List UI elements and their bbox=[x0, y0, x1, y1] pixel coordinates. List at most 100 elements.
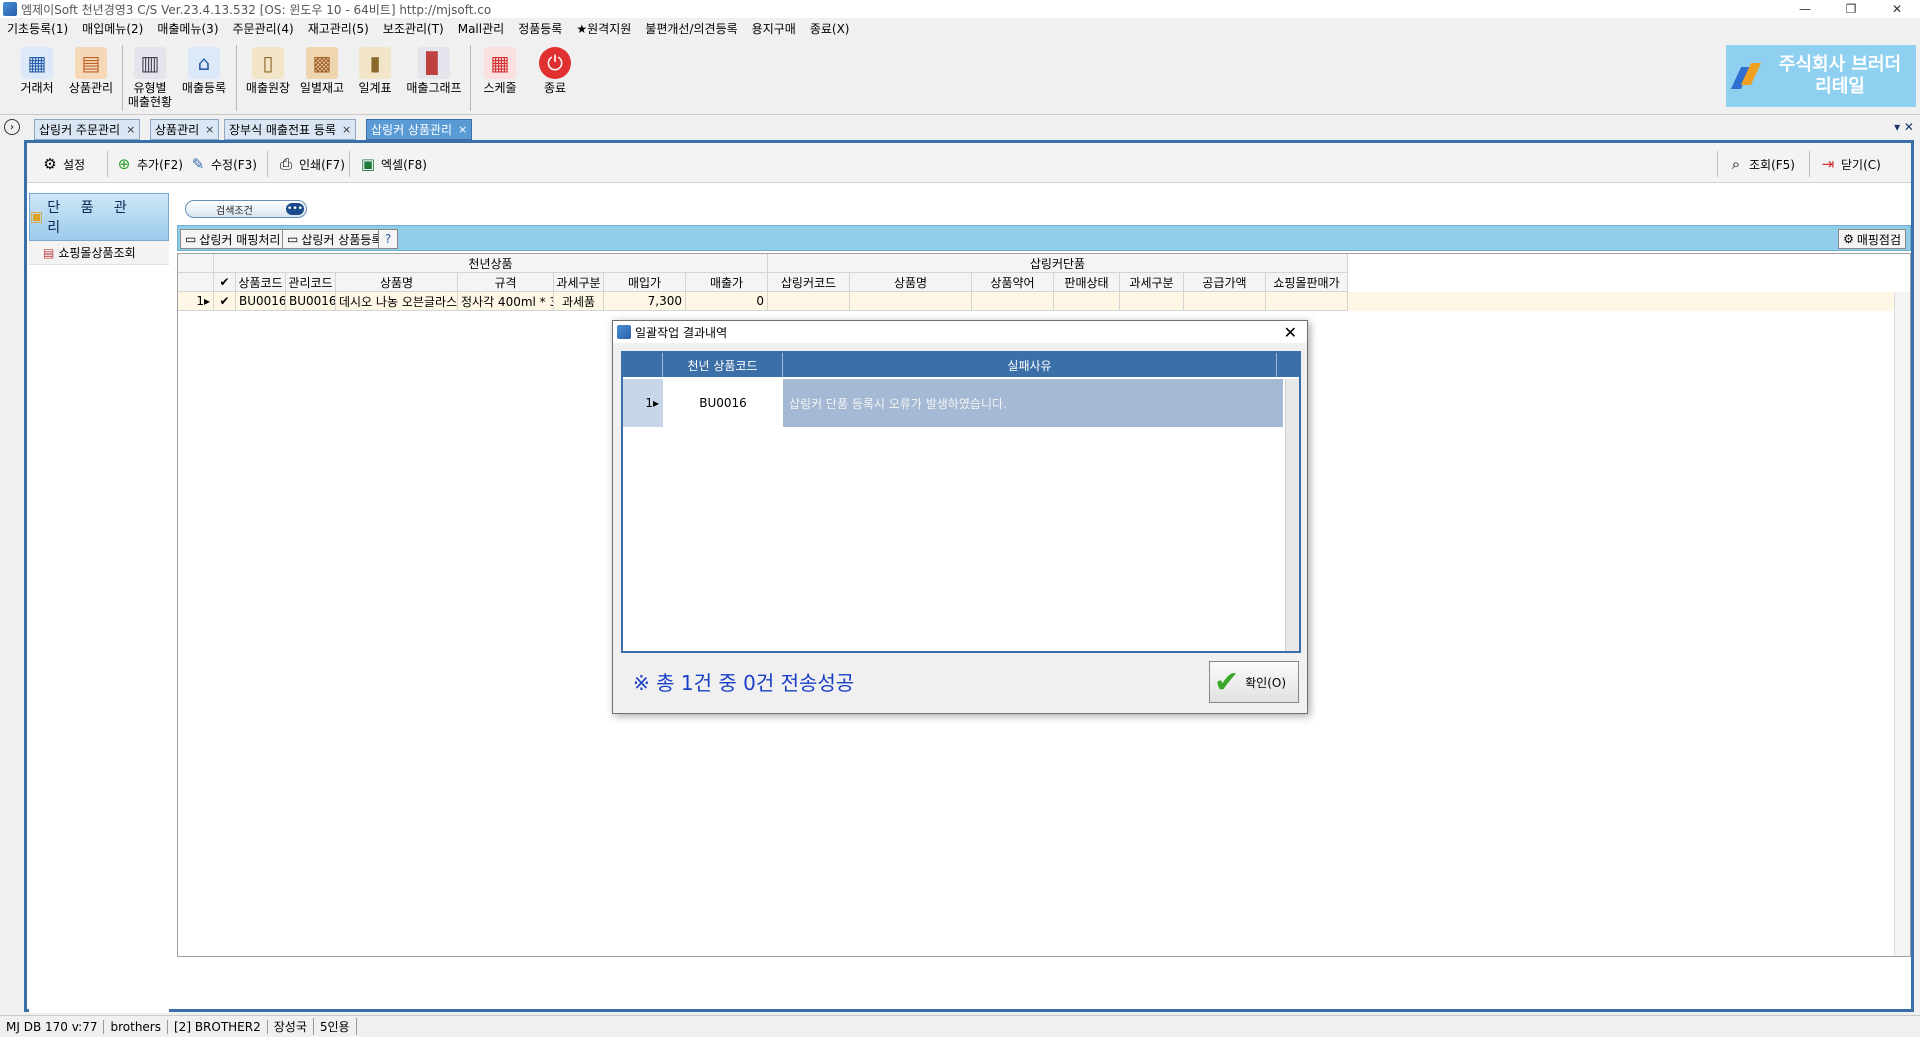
type-sales-button[interactable]: ▥ 유형별 매출현황 bbox=[124, 47, 176, 109]
excel-button[interactable]: ▣ 엑셀(F8) bbox=[357, 152, 427, 176]
edit-button[interactable]: ✎ 수정(F3) bbox=[187, 152, 257, 176]
tab-shoplinker-order[interactable]: 삽링커 주문관리 × bbox=[34, 119, 141, 140]
calendar-icon: ▦ bbox=[484, 47, 516, 79]
sales-ledger-button[interactable]: ▯ 매출원장 bbox=[242, 47, 294, 95]
table-row[interactable]: 1▸ ✔ BU0016 BU0016 데시오 나농 오븐글라스... 정사각 4… bbox=[178, 292, 1894, 311]
help-icon: ? bbox=[384, 232, 392, 246]
ok-button[interactable]: ✔ 확인(O) bbox=[1209, 661, 1299, 703]
tab-strip-controls[interactable]: ▾ ✕ bbox=[1894, 120, 1914, 134]
menu-exit[interactable]: 종료(X) bbox=[803, 20, 857, 37]
list-icon: ▤ bbox=[43, 245, 55, 260]
column-header-abbreviation[interactable]: 상품약어 bbox=[972, 273, 1054, 292]
product-management-header[interactable]: ▣ 단 품 관 리 bbox=[29, 193, 169, 241]
dialog-close-icon[interactable]: ✕ bbox=[1284, 323, 1297, 342]
minimize-button[interactable]: — bbox=[1782, 0, 1828, 18]
daily-table-button[interactable]: ▮ 일계표 bbox=[350, 47, 400, 95]
sales-register-button[interactable]: ⌂ 매출등록 bbox=[178, 47, 230, 95]
column-header-sale-status[interactable]: 판매상태 bbox=[1054, 273, 1120, 292]
client-button[interactable]: ▦ 거래처 bbox=[14, 47, 60, 95]
column-header-mall-price[interactable]: 쇼핑몰판매가 bbox=[1266, 273, 1348, 292]
menu-basic[interactable]: 기초등록(1) bbox=[0, 20, 75, 37]
search-button[interactable]: ⌕ 조회(F5) bbox=[1725, 152, 1795, 176]
cell-purchase-price[interactable]: 7,300 bbox=[604, 292, 686, 311]
menu-aux[interactable]: 보조관리(T) bbox=[376, 20, 451, 37]
column-header-spec[interactable]: 규격 bbox=[458, 273, 554, 292]
close-window-button[interactable]: ✕ bbox=[1874, 0, 1920, 18]
result-row[interactable]: 1▸ BU0016 삽링커 단품 등록시 오류가 발생하였습니다. bbox=[623, 379, 1283, 427]
result-row-reason[interactable]: 삽링커 단품 등록시 오류가 발생하였습니다. bbox=[783, 379, 1277, 427]
tab-close-icon[interactable]: × bbox=[342, 123, 351, 136]
menu-license[interactable]: 정품등록 bbox=[511, 20, 569, 37]
tab-close-icon[interactable]: × bbox=[205, 123, 214, 136]
company-name-line2: 리테일 bbox=[1815, 76, 1865, 97]
column-header-tax-type[interactable]: 과세구분 bbox=[554, 273, 604, 292]
company-name-line1: 주식회사 브러더 bbox=[1778, 54, 1902, 75]
cell-mgmt-code[interactable]: BU0016 bbox=[286, 292, 336, 311]
toolbar-separator bbox=[470, 45, 471, 111]
menu-sales[interactable]: 매출메뉴(3) bbox=[150, 20, 225, 37]
column-header-supply-amount[interactable]: 공급가액 bbox=[1184, 273, 1266, 292]
chevron-right-icon[interactable]: › bbox=[4, 119, 20, 135]
column-header-product-name[interactable]: 상품명 bbox=[336, 273, 458, 292]
search-condition-toggle[interactable]: 검색조건 ••• bbox=[185, 200, 307, 218]
result-row-code[interactable]: BU0016 bbox=[663, 379, 783, 427]
menu-purchase[interactable]: 매입메뉴(2) bbox=[75, 20, 150, 37]
restore-button[interactable]: ❐ bbox=[1828, 0, 1874, 18]
more-options-icon[interactable]: ••• bbox=[286, 203, 304, 215]
transfer-summary: ※ 총 1건 중 0건 전송성공 bbox=[633, 671, 855, 695]
client-icon: ▦ bbox=[21, 47, 53, 79]
shopping-mall-product-search[interactable]: ▤ 쇼핑몰상품조회 bbox=[29, 241, 169, 265]
product-button[interactable]: ▤ 상품관리 bbox=[64, 47, 118, 95]
toolbar-separator bbox=[1809, 151, 1810, 177]
cell-product-name[interactable]: 데시오 나농 오븐글라스... bbox=[336, 292, 458, 311]
sales-graph-button[interactable]: ▊ 매출그래프 bbox=[402, 47, 466, 95]
menu-remote-support[interactable]: ★원격지원 bbox=[569, 20, 638, 37]
menu-order[interactable]: 주문관리(4) bbox=[226, 20, 301, 37]
menu-mall[interactable]: Mall관리 bbox=[451, 20, 511, 37]
print-button[interactable]: ⎙ 인쇄(F7) bbox=[275, 152, 345, 176]
schedule-button[interactable]: ▦ 스케줄 bbox=[476, 47, 524, 95]
mapping-process-button[interactable]: ▭ 삽링커 매핑처리 bbox=[180, 229, 286, 249]
power-icon: ⏻ bbox=[539, 47, 571, 79]
cell-product-code[interactable]: BU0016 bbox=[236, 292, 286, 311]
menu-stock[interactable]: 재고관리(5) bbox=[301, 20, 376, 37]
status-company: brothers bbox=[104, 1019, 168, 1034]
menu-feedback[interactable]: 불편개선/의견등록 bbox=[638, 20, 744, 37]
column-header-sale-price[interactable]: 매출가 bbox=[686, 273, 768, 292]
window-title: 엠제이Soft 천년경영3 C/S Ver.23.4.13.532 [OS: 윈… bbox=[21, 2, 492, 17]
column-header-shoplinker-name[interactable]: 상품명 bbox=[850, 273, 972, 292]
column-header-reason[interactable]: 실패사유 bbox=[783, 353, 1277, 377]
result-grid-scrollbar[interactable] bbox=[1285, 379, 1299, 651]
column-header-mgmt-code[interactable]: 관리코드 bbox=[286, 273, 336, 292]
column-header-code[interactable]: 천년 상품코드 bbox=[663, 353, 783, 377]
tab-product-management[interactable]: 상품관리 × bbox=[150, 119, 220, 140]
settings-button[interactable]: ⚙ 설정 bbox=[39, 152, 85, 176]
tab-close-icon[interactable]: × bbox=[126, 123, 135, 136]
menu-paper[interactable]: 용지구매 bbox=[745, 20, 803, 37]
add-icon: ⊕ bbox=[117, 155, 131, 173]
column-header-purchase-price[interactable]: 매입가 bbox=[604, 273, 686, 292]
cell-sale-price[interactable]: 0 bbox=[686, 292, 768, 311]
shoplinker-register-button[interactable]: ▭ 삽링커 상품등록 bbox=[282, 229, 388, 249]
cell-spec[interactable]: 정사각 400ml * 3... bbox=[458, 292, 554, 311]
column-header-shoplinker-code[interactable]: 삽링커코드 bbox=[768, 273, 850, 292]
row-checkbox[interactable]: ✔ bbox=[214, 292, 236, 311]
tab-shoplinker-product[interactable]: 삽링커 상품관리 × bbox=[366, 119, 473, 140]
column-header-shoplinker-tax[interactable]: 과세구분 bbox=[1120, 273, 1184, 292]
status-workspace: [2] BROTHER2 bbox=[168, 1019, 268, 1034]
sales-ledger-icon: ▯ bbox=[252, 47, 284, 79]
close-button[interactable]: ⇥ 닫기(C) bbox=[1817, 152, 1881, 176]
cell-tax-type[interactable]: 과세품 bbox=[554, 292, 604, 311]
exit-button[interactable]: ⏻ 종료 bbox=[532, 47, 578, 95]
daily-stock-button[interactable]: ▩ 일별재고 bbox=[296, 47, 348, 95]
column-header-check[interactable]: ✔ bbox=[214, 273, 236, 292]
column-header-product-code[interactable]: 상품코드 bbox=[236, 273, 286, 292]
help-button[interactable]: ? bbox=[378, 229, 398, 249]
result-grid-header: 천년 상품코드 실패사유 bbox=[623, 353, 1299, 377]
grid-vertical-scrollbar[interactable] bbox=[1894, 292, 1910, 956]
dialog-app-icon bbox=[617, 325, 631, 339]
tab-close-icon[interactable]: × bbox=[458, 123, 467, 136]
mapping-check-button[interactable]: ⚙ 매핑점검 bbox=[1838, 229, 1906, 249]
add-button[interactable]: ⊕ 추가(F2) bbox=[113, 152, 183, 176]
tab-sales-slip[interactable]: 장부식 매출전표 등록 × bbox=[224, 119, 357, 140]
